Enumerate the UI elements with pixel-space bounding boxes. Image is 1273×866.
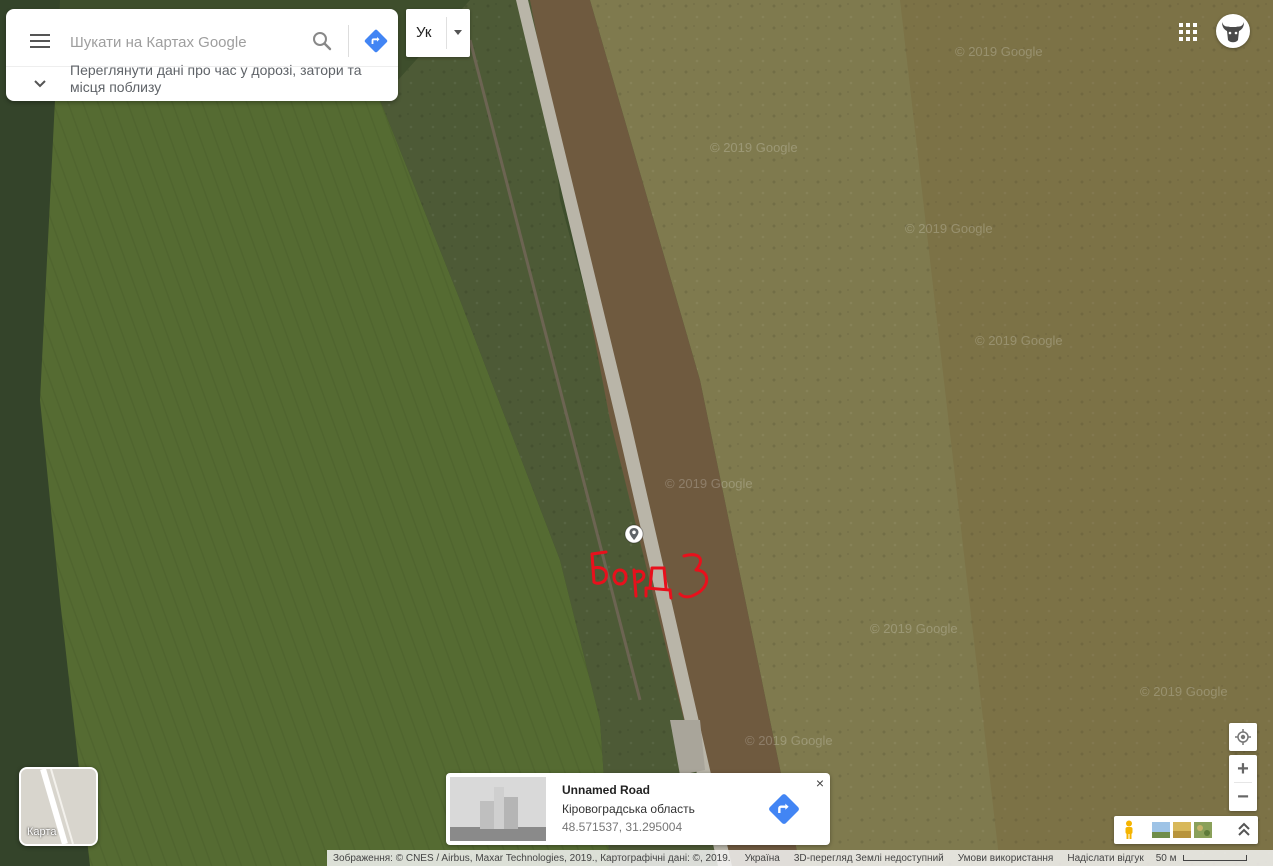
- place-photo[interactable]: [450, 777, 546, 841]
- map-layer-label: Карта: [27, 826, 57, 838]
- bull-logo-icon: [1222, 22, 1244, 43]
- directions-icon: [769, 794, 799, 824]
- terms-link[interactable]: Умови використання: [958, 853, 1054, 864]
- menu-button[interactable]: [20, 21, 60, 61]
- watermark: © 2019 Google: [665, 476, 753, 491]
- apps-grid-icon[interactable]: [1176, 20, 1200, 44]
- earth-view-status[interactable]: 3D-перегляд Землі недоступний: [794, 853, 944, 864]
- imagery-thumb-icon[interactable]: [1173, 822, 1191, 838]
- imagery-thumb-icon[interactable]: [1194, 822, 1212, 838]
- handwritten-annotation: [590, 550, 709, 600]
- account-avatar[interactable]: [1216, 14, 1250, 48]
- watermark: © 2019 Google: [955, 44, 1043, 59]
- attribution-footer: Зображення: © CNES / Airbus, Maxar Techn…: [327, 850, 1273, 866]
- place-title: Unnamed Road: [562, 783, 651, 797]
- place-coordinates: 48.571537, 31.295004: [562, 820, 683, 834]
- map-tools-bar: [1114, 816, 1258, 844]
- language-selector[interactable]: Ук: [406, 9, 470, 57]
- directions-button[interactable]: [354, 21, 398, 61]
- zoom-control: + −: [1229, 755, 1257, 811]
- search-icon: [313, 32, 332, 51]
- scale-line: [1182, 855, 1247, 861]
- crosshair-icon: [1235, 729, 1251, 745]
- search-button[interactable]: [302, 21, 342, 61]
- feedback-link[interactable]: Надіслати відгук: [1067, 853, 1143, 864]
- country-link[interactable]: Україна: [745, 853, 780, 864]
- zoom-in-button[interactable]: +: [1229, 755, 1257, 783]
- divider: [446, 17, 447, 49]
- my-location-button[interactable]: [1229, 723, 1257, 751]
- pegman-icon[interactable]: [1122, 820, 1136, 840]
- divider: [348, 25, 349, 57]
- map-layer-toggle[interactable]: Карта: [19, 767, 98, 846]
- satellite-map[interactable]: [0, 0, 1273, 866]
- watermark: © 2019 Google: [745, 733, 833, 748]
- search-panel: Переглянути дані про час у дорозі, затор…: [6, 9, 398, 101]
- watermark: © 2019 Google: [710, 140, 798, 155]
- directions-icon: [364, 29, 388, 53]
- scale-bar[interactable]: 50 м: [1150, 853, 1247, 864]
- caret-down-icon: [454, 30, 462, 35]
- watermark: © 2019 Google: [1140, 684, 1228, 699]
- scale-label: 50 м: [1155, 852, 1177, 864]
- watermark: © 2019 Google: [975, 333, 1063, 348]
- watermark: © 2019 Google: [870, 621, 958, 636]
- watermark: © 2019 Google: [905, 221, 993, 236]
- expand-button[interactable]: [20, 69, 60, 99]
- hamburger-icon: [30, 34, 50, 48]
- close-button[interactable]: ×: [812, 775, 828, 791]
- place-image: [450, 777, 546, 841]
- traffic-info-link[interactable]: Переглянути дані про час у дорозі, затор…: [70, 62, 380, 96]
- imagery-thumb-icon[interactable]: [1152, 822, 1170, 838]
- zoom-out-button[interactable]: −: [1229, 783, 1257, 811]
- chevron-up-double-icon[interactable]: [1236, 820, 1252, 840]
- search-input[interactable]: [68, 23, 300, 61]
- place-directions-button[interactable]: [768, 793, 800, 825]
- language-label: Ук: [416, 24, 432, 41]
- place-card: Unnamed Road Кіровоградська область 48.5…: [446, 773, 830, 845]
- chevron-down-icon: [34, 80, 46, 88]
- place-region: Кіровоградська область: [562, 802, 695, 816]
- imagery-attribution: Зображення: © CNES / Airbus, Maxar Techn…: [333, 852, 731, 864]
- map-pin-icon[interactable]: [624, 524, 644, 544]
